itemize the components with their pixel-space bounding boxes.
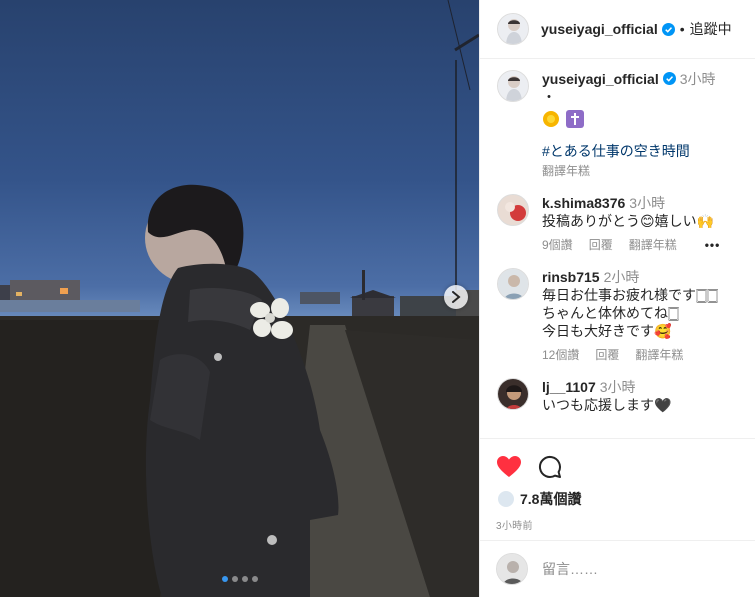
- next-slide-button[interactable]: [444, 285, 468, 309]
- likes-count[interactable]: 7.8萬個讚: [520, 489, 581, 509]
- slide-dot: [221, 576, 228, 582]
- comments-list[interactable]: yuseiyagi_official 3小時 ・ #とある仕事の空き時間 翻譯年糕…: [480, 60, 755, 438]
- chevron-right-icon: [452, 291, 461, 303]
- commenter-avatar[interactable]: [497, 194, 529, 226]
- author-avatar[interactable]: [497, 13, 529, 45]
- comment-text: いつも応援します🖤: [542, 397, 672, 413]
- reply-button[interactable]: 回覆: [589, 236, 613, 254]
- comment-item: lj__1107 3小時 いつも応援します🖤: [497, 378, 740, 414]
- liker-avatar: [496, 489, 516, 509]
- post-header: yuseiyagi_official • 追蹤中: [480, 0, 755, 59]
- comment-text-line: 今日も大好きです🥰: [542, 323, 672, 339]
- sun-emoji-icon: [543, 111, 559, 127]
- reply-button[interactable]: 回覆: [595, 346, 619, 364]
- current-user-avatar: [496, 553, 528, 585]
- author-username[interactable]: yuseiyagi_official: [541, 21, 658, 37]
- comment-item: rinsb715 2小時 毎日お仕事お疲れ様です🀆🀆 ちゃんと体休めてね🀆 今日も…: [497, 268, 740, 364]
- slide-dot: [241, 576, 248, 582]
- add-comment-bar: [480, 540, 755, 597]
- following-button[interactable]: 追蹤中: [690, 19, 732, 39]
- comment-likes[interactable]: 12個讚: [542, 346, 579, 364]
- translate-link[interactable]: 翻譯年糕: [629, 236, 677, 254]
- verified-badge-icon: [661, 22, 675, 36]
- commenter-avatar[interactable]: [497, 268, 529, 300]
- commenter-avatar[interactable]: [497, 378, 529, 410]
- separator-dot: •: [679, 21, 685, 37]
- comment-username[interactable]: k.shima8376: [542, 195, 625, 211]
- caption-username[interactable]: yuseiyagi_official: [542, 71, 659, 87]
- more-options-icon[interactable]: •••: [705, 236, 721, 254]
- slide-dot: [231, 576, 238, 582]
- comment-input[interactable]: [542, 561, 742, 577]
- posted-time: 3小時前: [496, 521, 533, 532]
- comment-likes[interactable]: 9個讚: [542, 236, 573, 254]
- translate-link[interactable]: 翻譯年糕: [542, 162, 590, 180]
- comment-text: 投稿ありがとう😊嬉しい🙌: [542, 213, 715, 229]
- caption-dot: ・: [542, 89, 556, 105]
- hashtag-link[interactable]: #とある仕事の空き時間: [542, 142, 740, 160]
- post-media[interactable]: [0, 0, 479, 597]
- post-actions: 7.8萬個讚 3小時前: [480, 438, 755, 532]
- heart-icon[interactable]: [496, 455, 522, 479]
- comment-text-line: 毎日お仕事お疲れ様です🀆🀆: [542, 287, 719, 303]
- translate-link[interactable]: 翻譯年糕: [635, 346, 683, 364]
- comment-icon[interactable]: [538, 455, 562, 479]
- comment-item: k.shima8376 3小時 投稿ありがとう😊嬉しい🙌 9個讚 回覆 翻譯年糕 …: [497, 194, 740, 254]
- comment-username[interactable]: lj__1107: [542, 379, 596, 395]
- slide-indicator: [0, 576, 479, 582]
- slide-dot: [251, 576, 258, 582]
- post-side-panel: yuseiyagi_official • 追蹤中 yuseiyagi_offic…: [479, 0, 755, 597]
- comment-time: 3小時: [629, 195, 666, 211]
- comment-username[interactable]: rinsb715: [542, 269, 600, 285]
- comment-time: 2小時: [603, 269, 640, 285]
- comment-time: 3小時: [599, 379, 636, 395]
- cross-emoji-icon: [566, 110, 584, 128]
- author-avatar[interactable]: [497, 70, 529, 102]
- comment-text-line: ちゃんと体休めてね🀆: [542, 305, 680, 321]
- post-photo: [0, 0, 479, 597]
- caption-time: 3小時: [679, 71, 716, 87]
- caption: yuseiyagi_official 3小時 ・ #とある仕事の空き時間 翻譯年糕: [497, 70, 740, 180]
- verified-badge-icon: [662, 72, 676, 85]
